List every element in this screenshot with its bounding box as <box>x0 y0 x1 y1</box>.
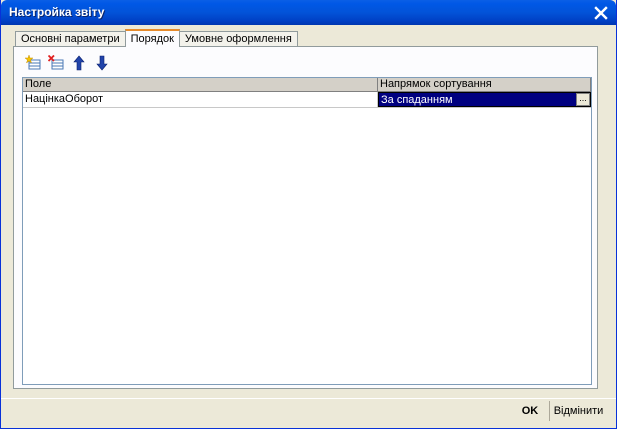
delete-row-icon <box>48 55 64 70</box>
title-bar[interactable]: Настройка звіту <box>1 0 616 25</box>
table-row[interactable]: НацінкаОборот За спаданням ... <box>23 92 591 108</box>
sort-direction-value: За спаданням <box>381 94 453 106</box>
select-direction-button[interactable]: ... <box>576 93 590 106</box>
add-row-button[interactable] <box>24 54 42 72</box>
tab-conditional-formatting[interactable]: Умовне оформлення <box>178 31 298 47</box>
close-button[interactable] <box>591 3 610 22</box>
column-header-sort-direction[interactable]: Напрямок сортування <box>378 78 591 92</box>
settings-dialog: Настройка звіту Основні параметри Порядо… <box>0 0 617 429</box>
sort-direction-cell[interactable]: За спаданням ... <box>378 92 591 107</box>
window-title: Настройка звіту <box>9 5 105 19</box>
move-down-icon <box>96 55 108 71</box>
field-cell[interactable]: НацінкаОборот <box>23 92 378 107</box>
add-row-icon <box>25 55 41 70</box>
grid-toolbar <box>24 53 111 73</box>
tab-panel-order: Поле Напрямок сортування НацінкаОборот З… <box>13 46 598 389</box>
tab-main-parameters[interactable]: Основні параметри <box>15 31 126 47</box>
dialog-button-bar: OK Відмінити <box>1 398 616 422</box>
tab-strip: Основні параметри Порядок Умовне оформле… <box>15 29 298 47</box>
column-header-field[interactable]: Поле <box>23 78 378 92</box>
move-up-button[interactable] <box>70 54 88 72</box>
sort-order-grid[interactable]: Поле Напрямок сортування НацінкаОборот З… <box>22 77 592 385</box>
close-icon <box>593 5 608 20</box>
delete-row-button[interactable] <box>47 54 65 72</box>
tab-order[interactable]: Порядок <box>124 29 180 47</box>
cancel-button[interactable]: Відмінити <box>549 401 607 421</box>
move-up-icon <box>73 55 85 71</box>
move-down-button[interactable] <box>93 54 111 72</box>
ok-button[interactable]: OK <box>516 401 544 421</box>
grid-header: Поле Напрямок сортування <box>23 78 591 92</box>
